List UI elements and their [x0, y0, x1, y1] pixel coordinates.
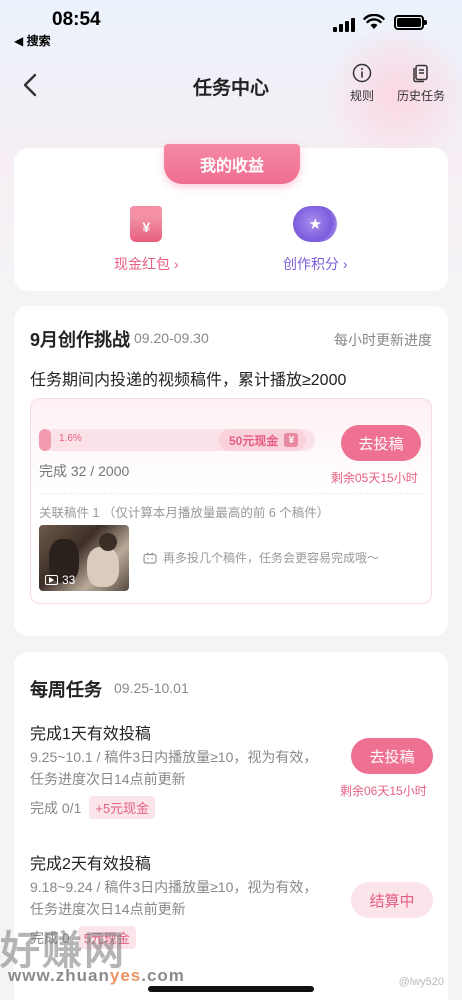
history-tasks-button[interactable]: 历史任务	[397, 63, 445, 104]
monthly-challenge-card: 9月创作挑战 09.20-09.30 每小时更新进度 任务期间内投递的视频稿件，…	[14, 306, 448, 636]
play-count-value: 33	[62, 573, 76, 587]
red-packet-icon: ¥	[130, 206, 163, 242]
watermark-url: www.zhuanyes.com	[8, 966, 185, 985]
watermark-user: @lwy520	[398, 976, 444, 988]
submit-button[interactable]: 去投稿	[341, 425, 421, 461]
remaining-time: 剩余05天15小时	[331, 471, 418, 485]
home-indicator[interactable]	[148, 986, 314, 992]
status-time: 08:54	[52, 9, 101, 30]
play-icon	[45, 575, 58, 585]
task-description: 9.25~10.1 / 稿件3日内播放量≥10，视为有效，任务进度次日14点前更…	[30, 749, 318, 787]
challenge-dates: 09.20-09.30	[134, 330, 209, 346]
update-note: 每小时更新进度	[334, 332, 432, 348]
task-title: 完成2天有效投稿	[30, 856, 151, 873]
rules-label: 规则	[350, 89, 375, 103]
task-status: 完成 0/1 +5元现金	[30, 796, 156, 819]
weekly-dates: 09.25-10.01	[114, 680, 189, 696]
weekly-title: 每周任务	[30, 680, 102, 700]
cash-red-packet-entry[interactable]: ¥ 现金红包 ›	[114, 206, 179, 274]
my-earnings-tab: 我的收益	[164, 144, 300, 184]
reward-label: 50元现金	[229, 433, 279, 448]
task-description: 9.18~9.24 / 稿件3日内播放量≥10，视为有效，任务进度次日14点前更…	[30, 879, 318, 917]
cash-red-packet-label: 现金红包 ›	[114, 256, 179, 272]
task-submit-button[interactable]: 去投稿	[351, 738, 433, 774]
history-document-icon	[413, 64, 428, 83]
progress-fill	[39, 429, 51, 451]
cellular-signal-icon	[333, 18, 355, 32]
hint-text: 再多投几个稿件，任务会更容易完成哦～	[163, 551, 380, 565]
settling-status-button[interactable]: 结算中	[351, 882, 433, 918]
encourage-hint: 再多投几个稿件，任务会更容易完成哦～	[143, 549, 379, 566]
progress-percent: 1.6%	[59, 433, 82, 444]
page-title: 任务中心	[192, 78, 269, 99]
back-to-search-link[interactable]: ◀ 搜索	[14, 32, 51, 49]
task-remaining-time: 剩余06天15小时	[340, 784, 427, 798]
task-title: 完成1天有效投稿	[30, 726, 151, 743]
play-count: 33	[45, 573, 75, 587]
challenge-description: 任务期间内投递的视频稿件，累计播放≥2000	[30, 372, 347, 389]
reward-badge: 50元现金 ¥	[219, 429, 307, 451]
task-progress: 完成 0/1	[30, 799, 82, 816]
challenge-title: 9月创作挑战	[30, 330, 131, 350]
completion-count: 完成 32 / 2000	[39, 463, 130, 479]
history-label: 历史任务	[397, 89, 446, 103]
video-thumbnail[interactable]: 33	[39, 525, 129, 591]
related-submissions-note: 关联稿件 1 （仅计算本月播放量最高的前 6 个稿件）	[39, 506, 330, 520]
tv-icon	[143, 552, 157, 564]
info-icon	[352, 63, 372, 83]
creation-points-entry[interactable]: ★ 创作积分 ›	[283, 206, 348, 274]
battery-icon	[394, 15, 427, 30]
rules-button[interactable]: 规则	[350, 63, 374, 104]
creation-points-label: 创作积分 ›	[283, 256, 348, 272]
my-earnings-card: 我的收益 ¥ 现金红包 › ★ 创作积分 ›	[14, 144, 448, 291]
yen-icon: ¥	[284, 433, 299, 447]
wifi-icon	[363, 14, 385, 29]
cash-reward-badge: +5元现金	[89, 796, 156, 819]
challenge-progress-panel: 1.6% 50元现金 ¥ 完成 32 / 2000 去投稿 剩余05天15小时 …	[30, 398, 432, 604]
status-bar: 08:54 ◀ 搜索	[0, 0, 462, 50]
star-badge-icon: ★	[293, 206, 338, 242]
divider	[39, 493, 423, 494]
